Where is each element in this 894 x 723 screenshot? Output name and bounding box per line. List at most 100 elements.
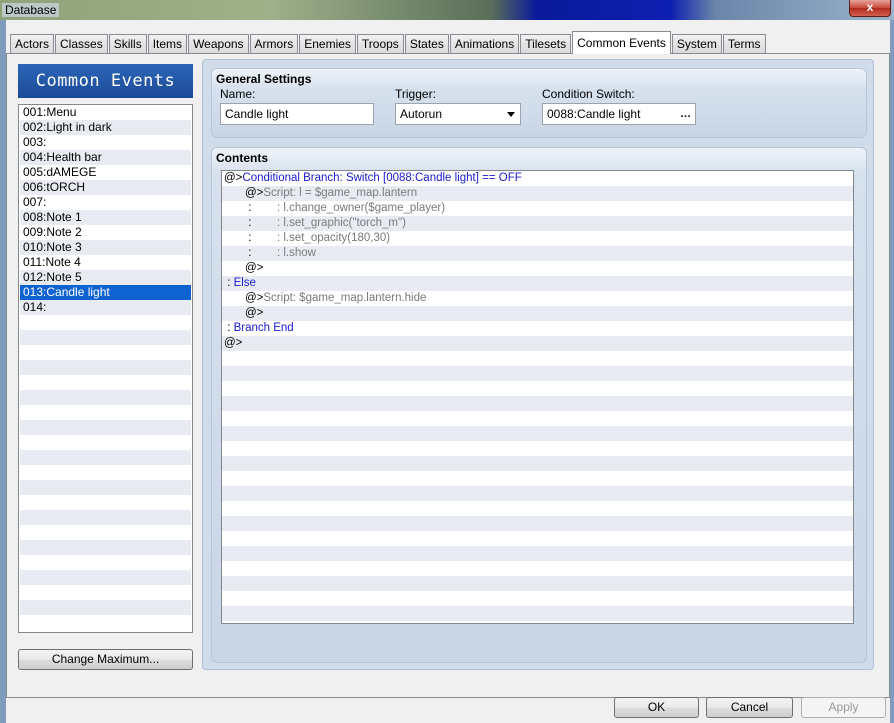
tab-bar: Actors Classes Skills Items Weapons Armors Ene… (10, 31, 767, 54)
list-item[interactable]: 003: (20, 135, 191, 150)
command-prefix: @> (245, 292, 264, 304)
empty-command-row (222, 501, 853, 516)
command-line[interactable]: @>Script: $game_map.lantern.hide (222, 291, 853, 306)
common-events-list[interactable]: 001:Menu 002:Light in dark 003: 004:Health … (18, 104, 193, 633)
command-line[interactable]: @>Conditional Branch: Switch [0088:Candl… (222, 171, 853, 186)
command-line[interactable]: @>Script: l = $game_map.lantern (222, 186, 853, 201)
empty-list-row (20, 480, 191, 495)
command-text: Else (230, 277, 256, 289)
command-line[interactable]: @> (222, 306, 853, 321)
name-input[interactable]: Candle light (220, 103, 374, 125)
empty-command-row (222, 366, 853, 381)
empty-list-row (20, 555, 191, 570)
empty-list-row (20, 450, 191, 465)
empty-command-row (222, 486, 853, 501)
window-title: Database (2, 3, 60, 17)
tab-armors[interactable]: Armors (249, 34, 299, 54)
tab-enemies[interactable]: Enemies (299, 34, 356, 54)
list-item[interactable]: 004:Health bar (20, 150, 191, 165)
empty-list-row (20, 510, 191, 525)
list-item[interactable]: 009:Note 2 (20, 225, 191, 240)
empty-command-row (222, 411, 853, 426)
tab-weapons[interactable]: Weapons (188, 34, 249, 54)
list-item[interactable]: 005:dAMEGE (20, 165, 191, 180)
trigger-value: Autorun (400, 107, 443, 121)
command-prefix: @> (245, 307, 264, 319)
empty-command-row (222, 396, 853, 411)
empty-list-row (20, 585, 191, 600)
list-item[interactable]: 008:Note 1 (20, 210, 191, 225)
general-settings-group: General Settings Name: Candle light Trig… (211, 68, 867, 138)
cancel-button[interactable]: Cancel (706, 697, 793, 718)
command-prefix: @> (224, 172, 243, 184)
empty-list-row (20, 600, 191, 615)
window-frame: Actors Classes Skills Items Weapons Armors Ene… (0, 20, 894, 723)
chevron-down-icon (507, 112, 515, 117)
empty-list-row (20, 420, 191, 435)
command-text: Script: $game_map.lantern.hide (263, 292, 427, 304)
list-item[interactable]: 011:Note 4 (20, 255, 191, 270)
empty-command-row (222, 516, 853, 531)
empty-command-row (222, 351, 853, 366)
list-item[interactable]: 010:Note 3 (20, 240, 191, 255)
empty-command-row (222, 546, 853, 561)
command-line[interactable]: @> (222, 336, 853, 351)
command-line[interactable]: : : l.set_graphic("torch_m") (222, 216, 853, 231)
command-line[interactable]: : Branch End (222, 321, 853, 336)
tab-terms[interactable]: Terms (722, 34, 766, 54)
empty-command-row (222, 441, 853, 456)
list-item[interactable]: 002:Light in dark (20, 120, 191, 135)
event-commands-list[interactable]: @>Conditional Branch: Switch [0088:Candl… (221, 170, 854, 624)
condition-switch-field[interactable]: 0088:Candle light … (542, 103, 696, 125)
command-text: Script: l = $game_map.lantern (263, 187, 418, 199)
title-bar: Database x (0, 0, 894, 20)
command-text: : l.change_owner($game_player) (251, 202, 446, 214)
empty-list-row (20, 330, 191, 345)
contents-group: Contents @>Conditional Branch: Switch [0… (211, 147, 867, 663)
tab-tilesets[interactable]: Tilesets (520, 34, 572, 54)
tab-system[interactable]: System (671, 34, 722, 54)
command-text: Branch End (230, 322, 294, 334)
tab-common-events[interactable]: Common Events (572, 31, 671, 54)
tab-items[interactable]: Items (147, 34, 188, 54)
empty-command-row (222, 606, 853, 621)
tab-animations[interactable]: Animations (449, 34, 520, 54)
empty-list-row (20, 405, 191, 420)
tab-states[interactable]: States (404, 34, 449, 54)
change-maximum-button[interactable]: Change Maximum... (18, 649, 193, 670)
condition-switch-label: Condition Switch: (542, 87, 635, 101)
command-line[interactable]: : : l.set_opacity(180,30) (222, 231, 853, 246)
command-line[interactable]: @> (222, 261, 853, 276)
empty-command-row (222, 531, 853, 546)
command-text: Conditional Branch: Switch [0088:Candle … (242, 172, 522, 184)
command-text: : l.set_opacity(180,30) (251, 232, 391, 244)
list-item[interactable]: 014: (20, 300, 191, 315)
empty-list-row (20, 315, 191, 330)
list-item[interactable]: 013:Candle light (20, 285, 191, 300)
command-line[interactable]: : : l.show (222, 246, 853, 261)
tab-actors[interactable]: Actors (10, 34, 55, 54)
list-item[interactable]: 007: (20, 195, 191, 210)
list-item[interactable]: 006:tORCH (20, 180, 191, 195)
close-button[interactable]: x (849, 0, 891, 17)
ellipsis-icon[interactable]: … (680, 104, 691, 124)
command-prefix: @> (245, 262, 264, 274)
tab-troops[interactable]: Troops (356, 34, 404, 54)
list-item[interactable]: 001:Menu (20, 105, 191, 120)
trigger-dropdown[interactable]: Autorun (395, 103, 521, 125)
apply-button[interactable]: Apply (801, 697, 886, 718)
tab-skills[interactable]: Skills (108, 34, 147, 54)
command-text: : l.set_graphic("torch_m") (251, 217, 406, 229)
command-line[interactable]: : : l.change_owner($game_player) (222, 201, 853, 216)
command-line[interactable]: : Else (222, 276, 853, 291)
contents-title: Contents (216, 151, 268, 165)
empty-command-row (222, 456, 853, 471)
list-item[interactable]: 012:Note 5 (20, 270, 191, 285)
condition-switch-value: 0088:Candle light (547, 107, 641, 121)
empty-list-row (20, 465, 191, 480)
empty-list-row (20, 525, 191, 540)
tab-classes[interactable]: Classes (55, 34, 108, 54)
command-text: : l.show (251, 247, 316, 259)
ok-button[interactable]: OK (614, 697, 699, 718)
empty-command-row (222, 471, 853, 486)
